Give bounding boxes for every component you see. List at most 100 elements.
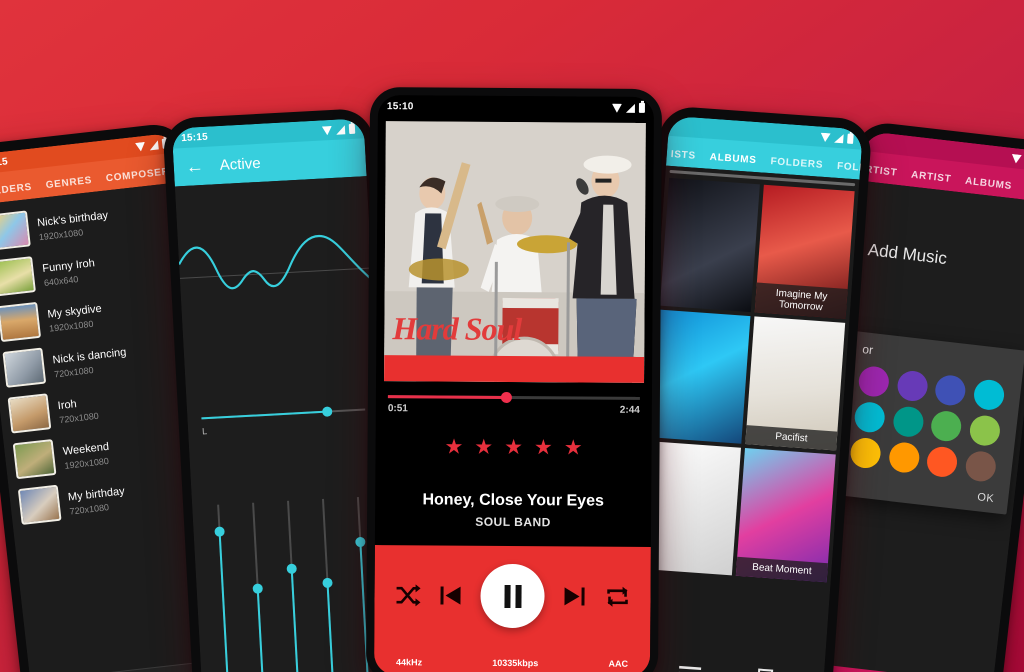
eq-track[interactable] [286,500,302,672]
track-info: Honey, Close Your Eyes SOUL BAND [375,491,651,530]
repeat-icon[interactable] [604,586,630,608]
balance-track[interactable] [201,406,366,420]
track-title: Honey, Close Your Eyes [422,491,604,510]
progress-times: 0:51 2:44 [388,403,640,416]
color-swatch[interactable] [857,364,891,399]
progress-knob[interactable] [501,391,513,403]
status-icons [321,123,356,136]
thumbnail [0,210,31,251]
color-swatch[interactable] [891,405,925,439]
color-swatch[interactable] [895,369,929,403]
color-swatch[interactable] [933,373,967,408]
star-icon[interactable]: ★ [564,436,583,459]
status-icons [820,132,854,144]
tab-folders-2[interactable]: FOLDERS [837,161,863,176]
balance-fill [201,410,326,420]
status-icons [1010,153,1024,167]
tab-artist-1[interactable]: RTIST [864,164,897,179]
tab-albums[interactable]: ALBUMS [709,152,757,166]
album-card[interactable] [650,309,751,444]
equalizer-screen: 15:15 ← Active L [171,118,395,672]
player-controls [374,545,651,629]
file-title: Weekend [62,440,110,458]
elapsed-time: 0:51 [387,403,408,415]
album-card[interactable]: Pacifist [745,316,846,451]
progress-section: 0:51 2:44 [376,381,652,416]
bitrate: 10335kbps [492,657,539,669]
player-controls-panel: 44kHz 10335kbps AAC [373,545,651,672]
equalizer-body: L Bass 31 [174,176,395,672]
color-swatch[interactable] [967,413,1002,448]
next-icon[interactable] [562,584,586,608]
thumbnail [12,439,57,480]
eq-knob[interactable] [355,536,366,548]
shuffle-icon[interactable] [394,584,421,607]
stack-copy-icon[interactable] [751,667,777,672]
color-swatch[interactable] [963,449,997,483]
color-swatch[interactable] [853,400,887,434]
color-swatch[interactable] [925,445,959,479]
signal-icon [148,139,159,150]
balance-knob[interactable] [322,406,333,417]
eq-knob[interactable] [322,577,333,588]
status-time: 15:10 [386,100,414,112]
tab-folders-1[interactable]: FOLDERS [770,156,823,171]
tab-artists[interactable]: ISTS [670,149,696,162]
wifi-icon [820,132,831,142]
equalizer-header: 15:15 ← Active [171,118,367,187]
thumbnail [7,393,52,434]
back-arrow-icon[interactable]: ← [185,156,204,177]
eq-knob[interactable] [213,526,225,538]
star-icon[interactable]: ★ [534,436,553,459]
wifi-icon [321,125,333,135]
sort-lines-icon[interactable] [677,663,704,672]
eq-track[interactable] [322,498,337,672]
album-card[interactable]: Beat Moment [735,448,836,583]
equalizer-curve [178,234,373,290]
album-artwork[interactable]: Hard Soul [384,121,646,383]
album-title: Beat Moment [735,556,828,583]
progress-fill [387,395,507,399]
tab-genres[interactable]: GENRES [45,175,92,191]
color-swatch[interactable] [971,378,1006,412]
star-icon[interactable]: ★ [504,436,523,459]
progress-track[interactable] [387,391,640,403]
file-resolution: 720x1080 [58,410,100,425]
player-screen: 15:10 Hard Soul 0:51 2:44 ★ ★ ★ ★ ★ Hone… [373,95,655,672]
album-card[interactable]: Imagine My Tomorrow [754,184,855,319]
balance-label: L [201,426,208,437]
eq-knob[interactable] [252,583,263,594]
albums-toolbar [629,652,825,672]
star-icon[interactable]: ★ [474,436,493,459]
album-title: Pacifist [745,425,838,451]
album-card[interactable] [659,177,760,313]
tab-artist-2[interactable]: ARTIST [911,169,952,185]
status-icons [611,102,645,113]
wifi-icon [611,103,622,113]
balance-slider[interactable]: L [187,406,380,437]
track-artist: SOUL BAND [475,514,551,530]
color-swatch[interactable] [929,409,963,443]
file-resolution: 1920x1080 [63,455,110,471]
pause-icon [503,584,522,608]
eq-track[interactable] [213,504,231,672]
rating-stars[interactable]: ★ ★ ★ ★ ★ [376,436,652,460]
status-time: 15:15 [0,155,9,170]
thumbnail [17,484,62,525]
album-grid: Imagine My Tomorrow Pacifist Beat Moment [637,166,859,583]
status-time: 15:15 [180,131,209,144]
sample-rate: 44kHz [396,657,423,668]
album-art-accent-bar [384,355,645,383]
eq-knob[interactable] [286,563,297,574]
eq-track[interactable] [251,502,267,672]
previous-icon[interactable] [438,583,462,607]
battery-icon [638,102,645,113]
tab-folders[interactable]: FOLDERS [0,182,33,199]
tab-albums[interactable]: ALBUMS [965,176,1013,192]
pause-button[interactable] [480,563,545,629]
color-swatch[interactable] [887,440,921,475]
battery-icon [847,133,854,144]
signal-icon [834,133,844,143]
color-swatch[interactable] [848,436,883,470]
star-icon[interactable]: ★ [444,436,463,459]
